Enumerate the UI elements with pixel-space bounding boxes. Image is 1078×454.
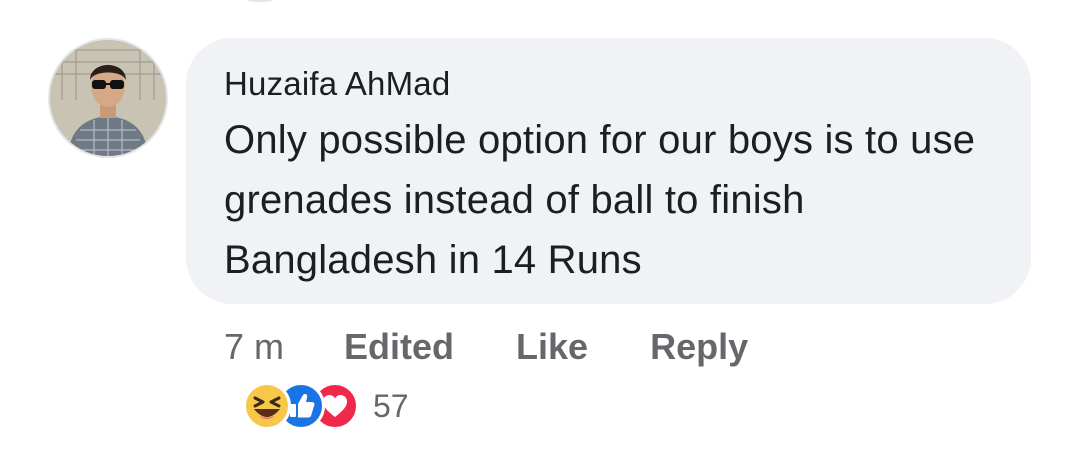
avatar-photo-icon [50, 40, 166, 156]
comment-author-name[interactable]: Huzaifa AhMad [224, 64, 1001, 104]
reaction-count[interactable]: 57 [373, 388, 409, 425]
comment-timestamp[interactable]: 7 m [224, 326, 284, 368]
previous-comment-edge [238, 0, 282, 2]
like-button[interactable]: Like [516, 326, 588, 368]
comment-bubble: Huzaifa AhMad Only possible option for o… [186, 38, 1031, 304]
comment-actions: 7 m Edited Like Reply [224, 322, 748, 372]
edited-label[interactable]: Edited [344, 326, 454, 368]
reply-button[interactable]: Reply [650, 326, 748, 368]
avatar[interactable] [48, 38, 168, 158]
reactions-summary[interactable]: 57 [243, 382, 409, 430]
comment-text: Only possible option for our boys is to … [224, 118, 976, 282]
haha-icon [243, 382, 291, 430]
